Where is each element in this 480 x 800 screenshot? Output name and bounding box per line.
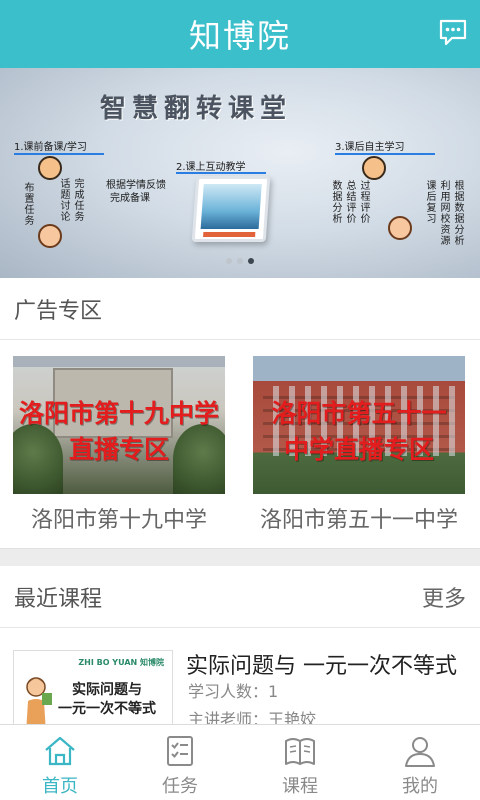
tab-label: 课程 — [282, 776, 318, 797]
book-icon — [285, 738, 315, 765]
tab-home[interactable]: 首页 — [0, 725, 120, 800]
course-thumb-title: 实际问题与 一元一次不等式 — [58, 681, 156, 719]
banner-step-1: 1.课前备课/学习 — [14, 142, 87, 153]
tab-tasks[interactable]: 任务 — [120, 725, 240, 800]
tab-profile[interactable]: 我的 — [360, 725, 480, 800]
banner-title: 智慧翻转课堂 — [100, 94, 293, 124]
banner-vtext-assign: 布置任务 — [22, 182, 33, 226]
carousel-dot-active[interactable] — [248, 258, 254, 264]
ad-caption[interactable]: 洛阳市第五十一中学 — [253, 502, 465, 534]
course-title[interactable]: 实际问题与 一元一次不等式 — [186, 648, 472, 680]
app-root: 知博院 智慧翻转课堂 1.课前备课/学习 布置任务 话题讨论 完成任务 根据学情… — [0, 0, 480, 800]
course-list-item[interactable]: ZHI BO YUAN 知博院 实际问题与 一元一次不等式 实际问题与 一元一次… — [0, 628, 480, 729]
banner-vtext-data2: 根据数据分析 — [452, 180, 463, 246]
tablet-screen — [200, 184, 262, 229]
recent-section-title: 最近课程 — [14, 586, 103, 612]
ad-overlay-text: 洛阳市第十九中学 直播专区 — [13, 396, 225, 468]
ad-image[interactable]: 洛阳市第十九中学 直播专区 — [13, 356, 225, 494]
banner-vtext-review: 课后复习 — [424, 180, 435, 224]
ad-card-school-19[interactable]: 洛阳市第十九中学 直播专区 洛阳市第十九中学 — [13, 356, 225, 534]
tab-label: 我的 — [402, 776, 438, 797]
ad-overlay-line: 直播专区 — [68, 435, 169, 464]
teacher-illustration-icon — [26, 677, 52, 727]
ad-image[interactable]: 洛阳市第五十一 中学直播专区 — [253, 356, 465, 494]
carousel-dot[interactable] — [237, 258, 243, 264]
ads-section-title: 广告专区 — [14, 298, 103, 324]
tab-label: 首页 — [42, 776, 78, 797]
course-thumbnail[interactable]: ZHI BO YUAN 知博院 实际问题与 一元一次不等式 — [13, 650, 173, 728]
home-icon — [45, 736, 75, 766]
bottom-tab-bar: 首页 任务 课程 我的 — [0, 724, 480, 800]
student-avatar-icon — [388, 216, 412, 240]
tablet-illustration — [191, 176, 271, 242]
course-thumb-line: 实际问题与 — [72, 682, 142, 698]
banner-mid-note-2: 完成备课 — [110, 193, 150, 204]
banner-arrow — [176, 172, 266, 174]
tab-label: 任务 — [162, 776, 198, 797]
banner-vtext-net: 利用网校资源 — [438, 180, 449, 246]
banner-vtext-summary: 总结评价 — [344, 180, 355, 224]
ads-grid: 洛阳市第十九中学 直播专区 洛阳市第十九中学 洛阳市第五十一 中学直播专区 洛阳… — [0, 340, 480, 548]
student-avatar-icon — [38, 224, 62, 248]
banner-step-2: 2.课上互动教学 — [176, 162, 246, 173]
carousel-dot[interactable] — [226, 258, 232, 264]
teacher-avatar-icon — [38, 156, 62, 180]
ad-card-school-51[interactable]: 洛阳市第五十一 中学直播专区 洛阳市第五十一中学 — [253, 356, 465, 534]
ad-overlay-line: 洛阳市第十九中学 — [18, 399, 219, 428]
course-thumb-logo: ZHI BO YUAN 知博院 — [78, 658, 164, 667]
banner-vtext-process: 过程评价 — [358, 180, 369, 224]
banner-vtext-complete: 完成任务 — [72, 178, 83, 222]
app-title: 知博院 — [188, 17, 291, 55]
section-divider — [0, 548, 480, 566]
ads-section-header: 广告专区 — [0, 278, 480, 340]
banner-vtext-data: 数据分析 — [330, 180, 341, 224]
banner-vtext-discuss: 话题讨论 — [58, 178, 69, 222]
tablet-strip — [203, 232, 256, 237]
banner-arrow — [335, 153, 435, 155]
top-app-bar: 知博院 — [0, 0, 480, 68]
course-thumb-line: 一元一次不等式 — [58, 701, 156, 717]
course-learners: 学习人数：1 — [188, 682, 279, 701]
banner-step-3: 3.课后自主学习 — [335, 142, 405, 153]
banner-arrow — [14, 153, 104, 155]
ad-overlay-line: 中学直播专区 — [283, 435, 434, 464]
ad-overlay-text: 洛阳市第五十一 中学直播专区 — [253, 396, 465, 468]
ad-caption[interactable]: 洛阳市第十九中学 — [13, 502, 225, 534]
more-link[interactable]: 更多 — [422, 581, 466, 613]
carousel-indicator[interactable] — [226, 258, 254, 264]
banner-carousel[interactable]: 智慧翻转课堂 1.课前备课/学习 布置任务 话题讨论 完成任务 根据学情反馈 完… — [0, 68, 480, 278]
tab-courses[interactable]: 课程 — [240, 725, 360, 800]
teacher-avatar-icon — [362, 156, 386, 180]
recent-section-header: 最近课程 更多 — [0, 566, 480, 628]
chat-bubble-icon[interactable] — [438, 17, 468, 47]
checklist-icon — [167, 736, 193, 766]
ad-overlay-line: 洛阳市第五十一 — [271, 399, 447, 428]
user-icon — [405, 737, 435, 767]
